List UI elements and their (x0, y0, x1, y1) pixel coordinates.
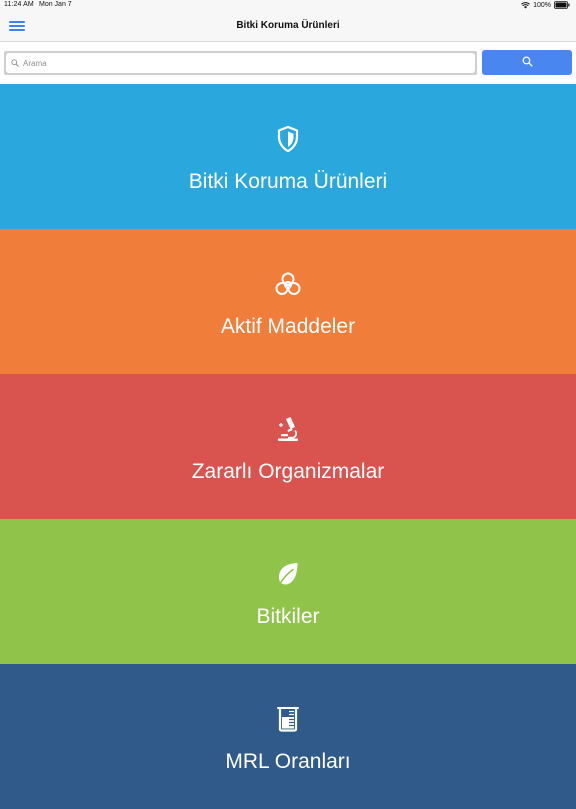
search-icon (522, 54, 533, 72)
search-field[interactable] (6, 53, 475, 73)
category-label: Bitki Koruma Ürünleri (188, 170, 388, 193)
status-time: 11:24 AM (4, 1, 34, 8)
search-field-icon (11, 54, 19, 72)
category-label: Zararlı Organizmalar (191, 460, 385, 483)
battery-icon (554, 1, 570, 9)
category-label: MRL Oranları (225, 750, 351, 773)
battery-percentage: 100% (533, 1, 551, 9)
search-input[interactable] (23, 58, 443, 68)
wifi-icon (521, 1, 530, 9)
biohazard-icon (0, 271, 576, 297)
status-bar: 11:24 AM Mon Jan 7 100% (0, 0, 576, 12)
microscope-icon (0, 416, 576, 442)
category-tile-plant-protection-products[interactable]: Bitki Koruma Ürünleri (0, 84, 576, 229)
category-label: Aktif Maddeler (220, 315, 356, 338)
category-label: Bitkiler (256, 605, 320, 628)
navigation-bar: Bitki Koruma Ürünleri (0, 12, 576, 42)
search-button[interactable] (482, 50, 572, 75)
category-list: Bitki Koruma Ürünleri Aktif Maddeler Zar… (0, 84, 576, 809)
leaf-icon (0, 561, 576, 587)
status-indicators: 100% (521, 1, 570, 9)
status-date: Mon Jan 7 (39, 1, 72, 8)
shield-icon (0, 126, 576, 152)
search-box (4, 51, 477, 75)
beaker-icon (0, 706, 576, 732)
page-title: Bitki Koruma Ürünleri (236, 20, 340, 31)
category-tile-mrl-rates[interactable]: MRL Oranları (0, 664, 576, 809)
search-bar (0, 43, 576, 83)
category-tile-active-substances[interactable]: Aktif Maddeler (0, 229, 576, 374)
category-tile-harmful-organisms[interactable]: Zararlı Organizmalar (0, 374, 576, 519)
category-tile-plants[interactable]: Bitkiler (0, 519, 576, 664)
